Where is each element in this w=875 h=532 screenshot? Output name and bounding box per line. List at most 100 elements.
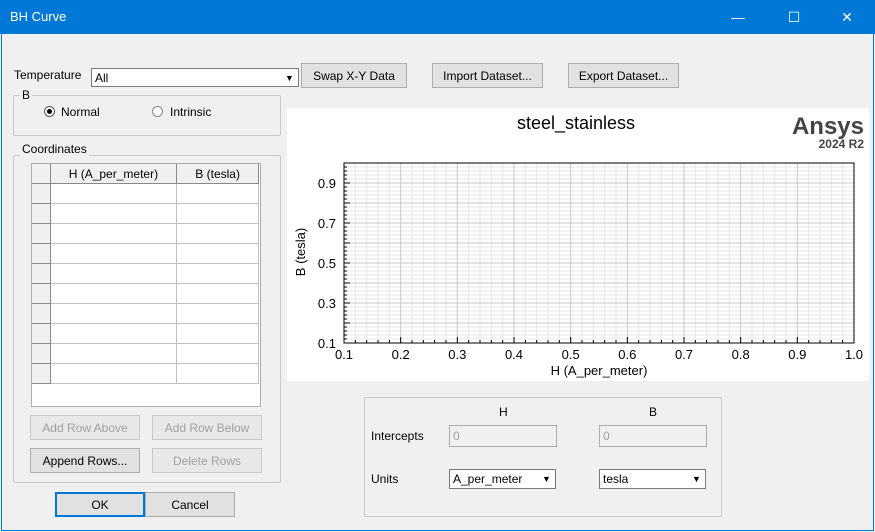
cell-b[interactable] xyxy=(176,203,259,224)
x-tick-label: 0.5 xyxy=(562,347,580,362)
chevron-down-icon[interactable]: ▼ xyxy=(539,471,554,487)
cell-h[interactable] xyxy=(49,203,178,224)
b-column-header: B xyxy=(649,405,658,419)
cell-h[interactable] xyxy=(49,323,178,344)
normal-radio-label[interactable]: Normal xyxy=(61,105,100,119)
table-row[interactable] xyxy=(32,343,259,364)
ansys-version: 2024 R2 xyxy=(819,137,865,151)
temperature-value: All xyxy=(95,71,109,85)
table-row[interactable] xyxy=(32,363,259,384)
cell-b[interactable] xyxy=(176,343,259,364)
add-row-above-button[interactable]: Add Row Above xyxy=(30,415,140,440)
add-row-below-button[interactable]: Add Row Below xyxy=(152,415,262,440)
h-units-value: A_per_meter xyxy=(453,472,523,486)
x-tick-label: 1.0 xyxy=(845,347,863,362)
table-row[interactable] xyxy=(32,183,259,204)
ok-button[interactable]: OK xyxy=(55,492,145,517)
row-header[interactable] xyxy=(32,283,51,304)
cell-b[interactable] xyxy=(176,363,259,384)
plot-area-frame xyxy=(343,162,855,344)
cell-h[interactable] xyxy=(49,343,178,364)
export-dataset-button[interactable]: Export Dataset... xyxy=(568,63,679,88)
minimize-icon: — xyxy=(731,9,745,25)
temperature-select[interactable]: All ▼ xyxy=(91,68,299,87)
row-header[interactable] xyxy=(32,223,51,244)
delete-rows-button[interactable]: Delete Rows xyxy=(152,448,262,473)
chevron-down-icon[interactable]: ▼ xyxy=(282,70,297,85)
table-row[interactable] xyxy=(32,243,259,264)
cell-b[interactable] xyxy=(176,243,259,264)
normal-radio[interactable] xyxy=(44,106,55,117)
minimize-button[interactable]: — xyxy=(715,0,761,34)
table-row[interactable] xyxy=(32,303,259,324)
cell-h[interactable] xyxy=(49,363,178,384)
row-header[interactable] xyxy=(32,303,51,324)
y-tick-label: 0.9 xyxy=(318,176,336,191)
row-header[interactable] xyxy=(32,203,51,224)
table-row[interactable] xyxy=(32,203,259,224)
maximize-button[interactable]: ☐ xyxy=(771,0,817,34)
x-tick-label: 0.6 xyxy=(618,347,636,362)
cell-b[interactable] xyxy=(176,223,259,244)
row-header[interactable] xyxy=(32,183,51,204)
chart-ticks xyxy=(343,162,855,344)
chart-title: steel_stainless xyxy=(517,113,635,134)
coordinates-group-label: Coordinates xyxy=(20,142,89,156)
close-button[interactable]: ✕ xyxy=(824,0,870,34)
bh-curve-chart[interactable]: steel_stainless Ansys 2024 R2 0.1 0.2 0.3 0… xyxy=(287,108,869,381)
coordinates-table-container[interactable]: H (A_per_meter) B (tesla) xyxy=(31,163,261,407)
h-units-select[interactable]: A_per_meter ▼ xyxy=(449,469,556,489)
cell-b[interactable] xyxy=(176,303,259,324)
column-header-b[interactable]: B (tesla) xyxy=(176,164,259,184)
b-units-value: tesla xyxy=(603,472,629,486)
row-header[interactable] xyxy=(32,343,51,364)
b-intercept-field[interactable]: 0 xyxy=(599,425,707,447)
cell-b[interactable] xyxy=(176,263,259,284)
h-column-header: H xyxy=(499,405,508,419)
append-rows-button[interactable]: Append Rows... xyxy=(30,448,140,473)
row-header[interactable] xyxy=(32,263,51,284)
y-axis-label: B (tesla) xyxy=(293,228,308,276)
table-row[interactable] xyxy=(32,223,259,244)
cell-b[interactable] xyxy=(176,323,259,344)
intrinsic-radio[interactable] xyxy=(152,106,163,117)
coordinates-table[interactable]: H (A_per_meter) B (tesla) xyxy=(32,164,259,384)
table-row[interactable] xyxy=(32,283,259,304)
cell-b[interactable] xyxy=(176,283,259,304)
swap-xy-button[interactable]: Swap X-Y Data xyxy=(301,63,407,88)
b-units-select[interactable]: tesla ▼ xyxy=(599,469,706,489)
x-axis-label: H (A_per_meter) xyxy=(551,363,648,378)
maximize-icon: ☐ xyxy=(787,8,801,25)
cell-h[interactable] xyxy=(49,263,178,284)
cell-b[interactable] xyxy=(176,183,259,204)
b-group-label: B xyxy=(20,88,33,102)
cell-h[interactable] xyxy=(49,303,178,324)
intrinsic-radio-label[interactable]: Intrinsic xyxy=(170,105,211,119)
close-icon: ✕ xyxy=(841,8,853,25)
cell-h[interactable] xyxy=(49,223,178,244)
table-row[interactable] xyxy=(32,323,259,344)
table-header-row: H (A_per_meter) B (tesla) xyxy=(32,164,259,184)
coordinates-table-body xyxy=(32,183,259,384)
import-dataset-button[interactable]: Import Dataset... xyxy=(432,63,543,88)
column-header-h[interactable]: H (A_per_meter) xyxy=(49,164,178,184)
row-header[interactable] xyxy=(32,323,51,344)
x-tick-label: 0.7 xyxy=(675,347,693,362)
h-intercept-field[interactable]: 0 xyxy=(449,425,557,447)
table-corner-cell[interactable] xyxy=(32,164,51,184)
table-row[interactable] xyxy=(32,263,259,284)
x-tick-label: 0.1 xyxy=(335,347,353,362)
units-label: Units xyxy=(371,472,399,486)
row-header[interactable] xyxy=(32,243,51,264)
chart-minor-grid xyxy=(344,163,854,343)
cell-h[interactable] xyxy=(49,283,178,304)
y-tick-label: 0.5 xyxy=(318,256,336,271)
chevron-down-icon[interactable]: ▼ xyxy=(689,471,704,487)
cell-h[interactable] xyxy=(49,183,178,204)
x-tick-label: 0.3 xyxy=(448,347,466,362)
row-header[interactable] xyxy=(32,363,51,384)
cell-h[interactable] xyxy=(49,243,178,264)
radio-dot-icon xyxy=(47,109,52,114)
cancel-button[interactable]: Cancel xyxy=(145,492,235,517)
y-tick-label: 0.7 xyxy=(318,216,336,231)
